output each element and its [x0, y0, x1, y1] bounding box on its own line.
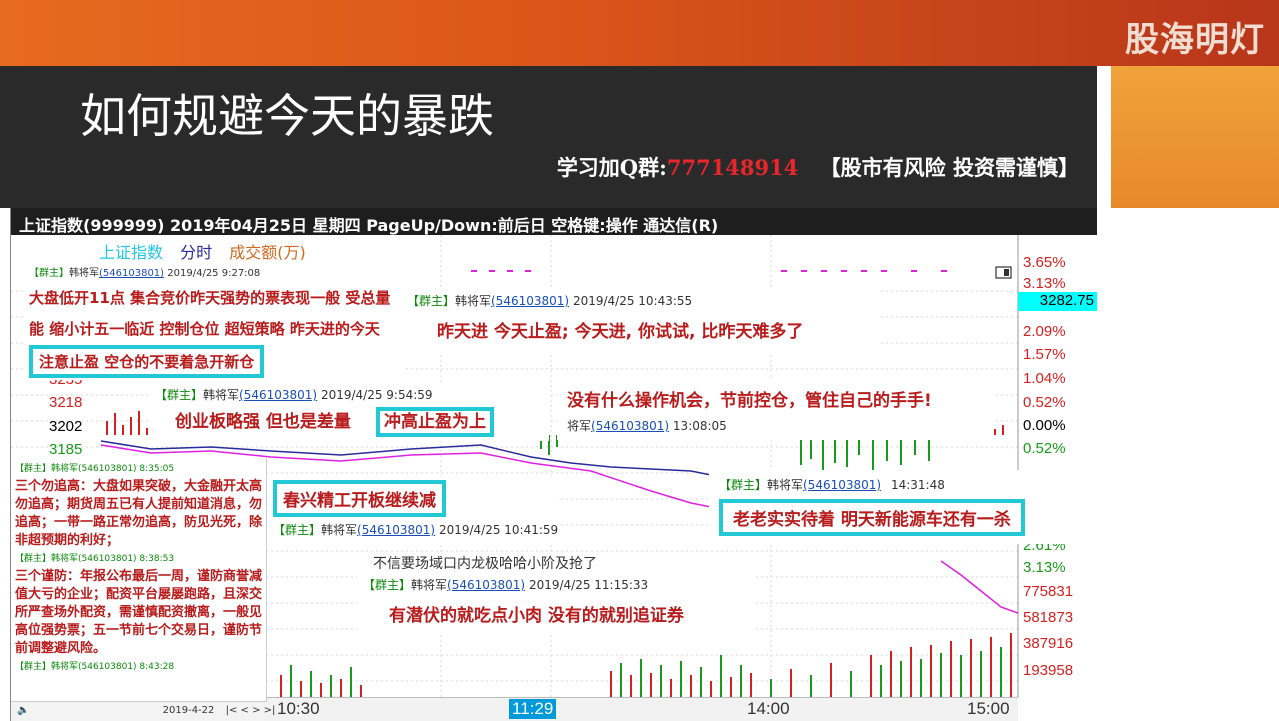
- chat-popup-4: 没有什么操作机会，节前控仓，管住自己的手手! 将军(546103801) 13:…: [557, 378, 993, 440]
- chat-message: 三个谨防：年报公布最后一周，谨防商誉减值大亏的企业；配资平台屡屡跑路，且深交所严…: [15, 569, 263, 656]
- message-time: 2019/4/25 11:15:33: [528, 578, 649, 592]
- time-axis: 10:30 11:29 14:00 15:00: [267, 697, 1018, 721]
- sender-id-link[interactable]: (546103801): [491, 294, 569, 308]
- chat-message: 三个勿追高：大盘如果突破，大金融开太高勿追高；期货周五已有人提前知道消息，勿追高…: [15, 479, 263, 548]
- group-tag: 【群主】: [273, 523, 322, 537]
- chat-line: 能 缩小计五一临近 控制仓位 超短策略 昨天进的今天: [29, 320, 380, 338]
- chat-message-highlighted: 老老实实待着 明天新能源车还有一杀: [719, 499, 1025, 536]
- chat-meta: 【群主】韩将军(546103801) 2019/4/25 10:41:59: [273, 521, 558, 538]
- slide-title: 如何规避今天的暴跌: [80, 89, 494, 143]
- message-time: 2019/4/25 9:27:08: [167, 268, 261, 279]
- sender-id-link[interactable]: (546103801): [447, 578, 525, 592]
- right-axis-11: 3.13%: [1023, 559, 1066, 576]
- chat-message: 创业板略强 但也是差量: [175, 412, 351, 432]
- volume-axis-3: 193958: [1023, 662, 1074, 679]
- left-axis-2: 3202: [49, 418, 83, 435]
- chat-message: 没有什么操作机会，节前控仓，管住自己的手手!: [567, 391, 932, 411]
- group-tag: 【群主】: [719, 478, 768, 492]
- sender-name: 韩将军: [69, 268, 99, 279]
- sender-id-link[interactable]: (546103801): [591, 419, 669, 433]
- brand-logo: 股海明灯: [1125, 20, 1265, 60]
- subline-prefix: 学习加Q群:: [556, 155, 667, 180]
- chat-message-highlighted: 春兴精工开板继续减: [273, 480, 446, 517]
- sender-id-link[interactable]: (546103801): [239, 388, 317, 402]
- chat-message: 有潜伏的就吃点小肉 没有的就别追证券: [389, 606, 684, 626]
- group-tag: 【群主】: [363, 578, 412, 592]
- message-time: 2019/4/25 10:41:59: [438, 523, 559, 537]
- risk-warning: 【股市有风险 投资需谨慎】: [819, 155, 1079, 180]
- decor-box: [1111, 66, 1279, 208]
- left-axis-1: 3218: [49, 394, 83, 411]
- volume-axis-1: 581873: [1023, 609, 1074, 626]
- sender-id-link[interactable]: (546103801): [803, 478, 881, 492]
- right-axis-1: 3.13%: [1023, 275, 1066, 292]
- chat-meta: 【群主】韩将军(546103801) 2019/4/25 9:27:08: [29, 264, 397, 279]
- right-axis-4: 1.57%: [1023, 346, 1066, 363]
- sender-name: 韩将军: [203, 388, 240, 402]
- group-tag: 【群主】: [29, 268, 69, 279]
- chat-popup-6: 【群主】韩将军(546103801) 14:31:48 老老实实待着 明天新能源…: [709, 470, 1097, 544]
- chat-line-highlighted: 注意止盈 空仓的不要着急开新仓: [29, 345, 265, 378]
- chat-partial-text: 不信要场域口内龙极哈哈小阶及抢了: [373, 556, 597, 572]
- chat-message-highlighted: 冲高止盈为上: [376, 407, 495, 437]
- chat-popup-7: 【群主】韩将军(546103801) 2019/4/25 11:15:33 有潜…: [357, 564, 753, 634]
- qq-number: 777148914: [666, 155, 799, 180]
- chat-meta: 【群主】韩将军(546103801) 8:35:05: [15, 464, 175, 474]
- subline: 学习加Q群:777148914 【股市有风险 投资需谨慎】: [557, 152, 1079, 182]
- message-time: 2019/4/25 10:43:55: [572, 294, 693, 308]
- message-time: 13:08:05: [672, 419, 727, 433]
- time-label-1030: 10:30: [277, 699, 320, 718]
- chat-meta: 【群主】韩将军(546103801) 8:43:28: [15, 662, 175, 672]
- right-axis-5: 1.04%: [1023, 370, 1066, 387]
- right-axis-8: 0.52%: [1023, 440, 1066, 457]
- left-axis-3: 3185: [49, 441, 83, 458]
- volume-axis-2: 387916: [1023, 635, 1074, 652]
- time-label-1400: 14:00: [747, 699, 790, 718]
- right-axis-0: 3.65%: [1023, 254, 1066, 271]
- time-label-1500: 15:00: [967, 699, 1010, 718]
- group-tag: 【群主】: [155, 388, 204, 402]
- chat-popup-5: 春兴精工开板继续减 【群主】韩将军(546103801) 2019/4/25 1…: [267, 476, 558, 542]
- chat-meta: 【群主】韩将军(546103801) 2019/4/25 11:15:33: [363, 576, 747, 593]
- sender-id-link[interactable]: (546103801): [99, 268, 164, 279]
- chat-line: 大盘低开11点 集合竞价昨天强势的票表现一般 受总量: [29, 289, 391, 307]
- volume-icon[interactable]: 🔈: [17, 705, 29, 716]
- sender-name: 韩将军: [321, 523, 358, 537]
- chat-meta: 【群主】韩将军(546103801) 8:38:53: [15, 554, 175, 564]
- right-axis-6: 0.52%: [1023, 394, 1066, 411]
- left-chat-footer: 🔈 2019-4-22 |< < > >|: [11, 701, 275, 721]
- chart-screenshot: 上证指数(999999) 2019年04月25日 星期四 PageUp/Down…: [10, 208, 1097, 721]
- message-time: 2019/4/25 9:54:59: [320, 388, 433, 402]
- chat-popup-1: 【群主】韩将军(546103801) 2019/4/25 9:27:08 大盘低…: [23, 260, 403, 380]
- chat-meta: 【群主】韩将军(546103801) 14:31:48: [719, 476, 1088, 493]
- sender-name: 韩将军: [411, 578, 448, 592]
- right-axis-3: 2.09%: [1023, 323, 1066, 340]
- chat-meta: 将军(546103801) 13:08:05: [567, 417, 983, 434]
- group-tag: 【群主】: [407, 294, 456, 308]
- sender-id-link[interactable]: (546103801): [357, 523, 435, 537]
- chat-popup-3: 【群主】韩将军(546103801) 2019/4/25 9:54:59 创业板…: [149, 383, 549, 441]
- chat-meta: 【群主】韩将军(546103801) 2019/4/25 9:54:59: [155, 386, 543, 403]
- top-band: [0, 0, 1279, 66]
- message-time: 14:31:48: [890, 478, 945, 492]
- chart-header: 上证指数(999999) 2019年04月25日 星期四 PageUp/Down…: [11, 208, 1097, 235]
- current-price-box: 3282.75: [1018, 292, 1097, 311]
- sender-name: 将军: [567, 419, 592, 433]
- volume-axis-0: 775831: [1023, 583, 1074, 600]
- chat-popup-2: 【群主】韩将军(546103801) 2019/4/25 10:43:55 昨天…: [401, 288, 879, 354]
- left-footer-date: 2019-4-22: [162, 705, 215, 716]
- chat-message: 昨天进 今天止盈; 今天进, 你试试, 比昨天难多了: [437, 322, 804, 342]
- chat-meta: 【群主】韩将军(546103801) 2019/4/25 10:43:55: [407, 292, 873, 309]
- time-label-1129: 11:29: [509, 699, 557, 719]
- sender-name: 韩将军: [455, 294, 492, 308]
- sender-name: 韩将军: [767, 478, 804, 492]
- left-chat-log: 【群主】韩将军(546103801) 8:35:05 三个勿追高：大盘如果突破，…: [11, 458, 267, 721]
- right-axis-7: 0.00%: [1023, 417, 1066, 434]
- nav-arrows[interactable]: |< < > >|: [226, 705, 276, 716]
